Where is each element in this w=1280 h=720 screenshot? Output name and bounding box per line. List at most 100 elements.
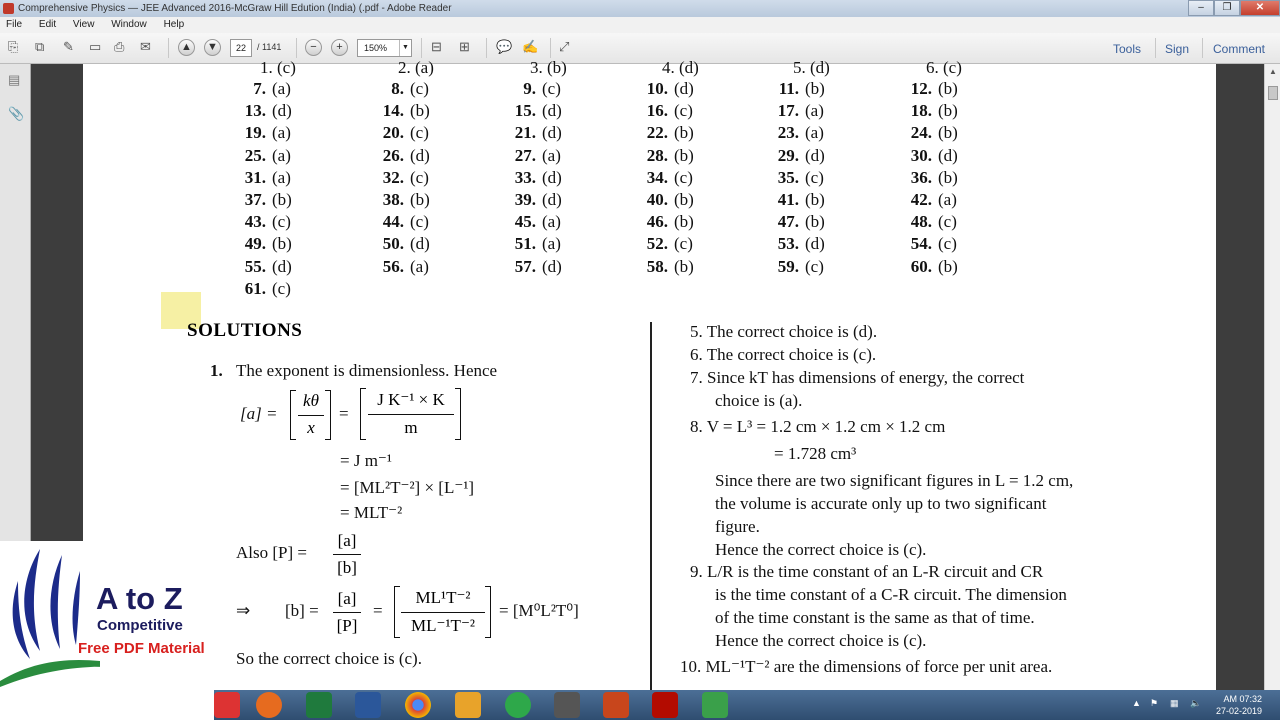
menu-view[interactable]: View bbox=[73, 19, 95, 30]
solution-8-a: 8. V = L³ = 1.2 cm × 1.2 cm × 1.2 cm bbox=[690, 417, 946, 436]
answer-number: 56. bbox=[382, 256, 404, 276]
menu-edit[interactable]: Edit bbox=[39, 19, 56, 30]
solution-9-c: of the time constant is the same as that… bbox=[715, 608, 1035, 627]
answer-item: 22. (b) bbox=[634, 123, 694, 143]
app-icon[interactable] bbox=[455, 692, 481, 718]
answer-item: 47. (b) bbox=[765, 212, 825, 232]
highlight-icon[interactable]: ✍ bbox=[522, 40, 538, 54]
answer-partial: 4. (d) bbox=[662, 58, 699, 77]
answer-item: 25. (a) bbox=[232, 146, 291, 166]
answer-number: 61. bbox=[244, 278, 266, 298]
answer-number: 44. bbox=[382, 212, 404, 232]
menu-help[interactable]: Help bbox=[164, 19, 185, 30]
scroll-thumb[interactable] bbox=[1268, 86, 1278, 100]
fit-width-icon[interactable]: ⊞ bbox=[459, 40, 470, 54]
print-icon[interactable]: ⎙ bbox=[114, 40, 124, 54]
save-icon[interactable]: ▭ bbox=[89, 40, 101, 54]
utorrent-icon[interactable] bbox=[505, 692, 531, 718]
create-pdf-icon[interactable]: ⎘ bbox=[8, 40, 18, 54]
solution-9-b: is the time constant of a C-R circuit. T… bbox=[715, 585, 1067, 604]
answer-choice: (d) bbox=[938, 145, 958, 165]
answer-choice: (d) bbox=[410, 234, 430, 254]
edit-icon[interactable]: ✎ bbox=[63, 40, 74, 54]
vertical-scrollbar[interactable]: ▲ bbox=[1264, 64, 1280, 690]
maximize-button[interactable]: ❐ bbox=[1214, 0, 1240, 16]
flag-icon[interactable]: ⚑ bbox=[1150, 698, 1158, 709]
clock-date: 27-02-2019 bbox=[1215, 706, 1262, 716]
answer-number: 12. bbox=[910, 79, 932, 98]
menu-bar: File Edit View Window Help bbox=[0, 17, 1280, 33]
network-icon[interactable]: ▦ bbox=[1170, 698, 1179, 709]
answer-number: 47. bbox=[777, 212, 799, 232]
answer-choice: (d) bbox=[542, 190, 562, 209]
zoom-in-button[interactable]: + bbox=[331, 39, 348, 56]
menu-file[interactable]: File bbox=[6, 19, 22, 30]
fit-page-icon[interactable]: ⊟ bbox=[431, 40, 442, 54]
also-numerator: [a] bbox=[337, 531, 357, 550]
solution-6: 6. The correct choice is (c). bbox=[690, 345, 877, 364]
answer-item: 33. (d) bbox=[502, 168, 562, 188]
answer-number: 42. bbox=[910, 190, 932, 209]
answer-number: 41. bbox=[777, 190, 799, 209]
answer-item: 16. (c) bbox=[634, 101, 693, 121]
answer-number: 27. bbox=[514, 145, 536, 165]
powerpoint-icon[interactable] bbox=[603, 692, 629, 718]
adobe-reader-taskbar-icon[interactable] bbox=[652, 692, 678, 718]
answer-number: 36. bbox=[910, 167, 932, 187]
answer-number: 37. bbox=[244, 190, 266, 209]
b2-denominator: ML⁻¹T⁻² bbox=[410, 616, 476, 635]
frac2-denominator: m bbox=[404, 418, 418, 437]
scroll-up-icon[interactable]: ▲ bbox=[1265, 64, 1280, 80]
chrome-icon[interactable] bbox=[405, 692, 431, 718]
zoom-select[interactable]: 150% ▼ bbox=[357, 39, 412, 57]
answer-item: 56. (a) bbox=[370, 257, 429, 277]
answer-number: 8. bbox=[391, 79, 404, 98]
solution-8-c: Since there are two significant figures … bbox=[715, 471, 1074, 490]
implies-arrow: ⇒ bbox=[236, 601, 251, 620]
answer-item: 7. (a) bbox=[232, 79, 291, 99]
volume-icon[interactable]: 🔈 bbox=[1190, 698, 1201, 709]
fullscreen-icon[interactable]: ⤢ bbox=[559, 40, 569, 54]
page-thumbnails-icon[interactable]: ▤ bbox=[8, 72, 23, 87]
answer-choice: (b) bbox=[674, 123, 694, 143]
word-icon[interactable] bbox=[355, 692, 381, 718]
answer-item: 11. (b) bbox=[765, 79, 825, 99]
app-grid-icon[interactable] bbox=[702, 692, 728, 718]
answer-partial: 6. (c) bbox=[926, 58, 962, 77]
previous-page-button[interactable]: ▲ bbox=[178, 39, 195, 56]
attachments-icon[interactable]: 📎 bbox=[8, 106, 24, 121]
minimize-button[interactable]: – bbox=[1188, 0, 1214, 16]
email-icon[interactable]: ✉ bbox=[140, 40, 151, 54]
comment-link[interactable]: Comment bbox=[1213, 42, 1265, 56]
menu-window[interactable]: Window bbox=[111, 19, 147, 30]
answer-number: 54. bbox=[910, 234, 932, 254]
answer-item: 60. (b) bbox=[898, 257, 958, 277]
comment-icon[interactable]: 💬 bbox=[496, 40, 512, 54]
opera-icon[interactable] bbox=[214, 692, 240, 718]
solution-8-f: Hence the correct choice is (c). bbox=[715, 540, 927, 559]
answer-number: 46. bbox=[646, 212, 668, 232]
close-button[interactable]: ✕ bbox=[1240, 0, 1280, 16]
answer-number: 49. bbox=[244, 234, 266, 254]
combine-icon[interactable]: ⧉ bbox=[35, 40, 44, 54]
answer-item: 29. (d) bbox=[765, 146, 825, 166]
firefox-icon[interactable] bbox=[256, 692, 282, 718]
tools-link[interactable]: Tools bbox=[1113, 42, 1141, 56]
excel-icon[interactable] bbox=[306, 692, 332, 718]
answer-item: 17. (a) bbox=[765, 101, 824, 121]
answer-item: 27. (a) bbox=[502, 146, 561, 166]
logo-title: A to Z bbox=[96, 581, 183, 616]
answer-item: 13. (d) bbox=[232, 101, 292, 121]
tray-arrow-icon[interactable]: ▲ bbox=[1132, 698, 1141, 708]
answer-choice: (a) bbox=[410, 256, 429, 276]
next-page-button[interactable]: ▼ bbox=[204, 39, 221, 56]
answer-item: 55. (d) bbox=[232, 257, 292, 277]
camtasia-icon[interactable] bbox=[554, 692, 580, 718]
answer-number: 23. bbox=[777, 123, 799, 143]
sign-link[interactable]: Sign bbox=[1165, 42, 1189, 56]
zoom-out-button[interactable]: − bbox=[305, 39, 322, 56]
solution-9-d: Hence the correct choice is (c). bbox=[715, 631, 927, 650]
clock-time: AM 07:32 bbox=[1223, 694, 1262, 704]
answer-item: 50. (d) bbox=[370, 234, 430, 254]
page-number-input[interactable]: 22 bbox=[230, 39, 252, 57]
